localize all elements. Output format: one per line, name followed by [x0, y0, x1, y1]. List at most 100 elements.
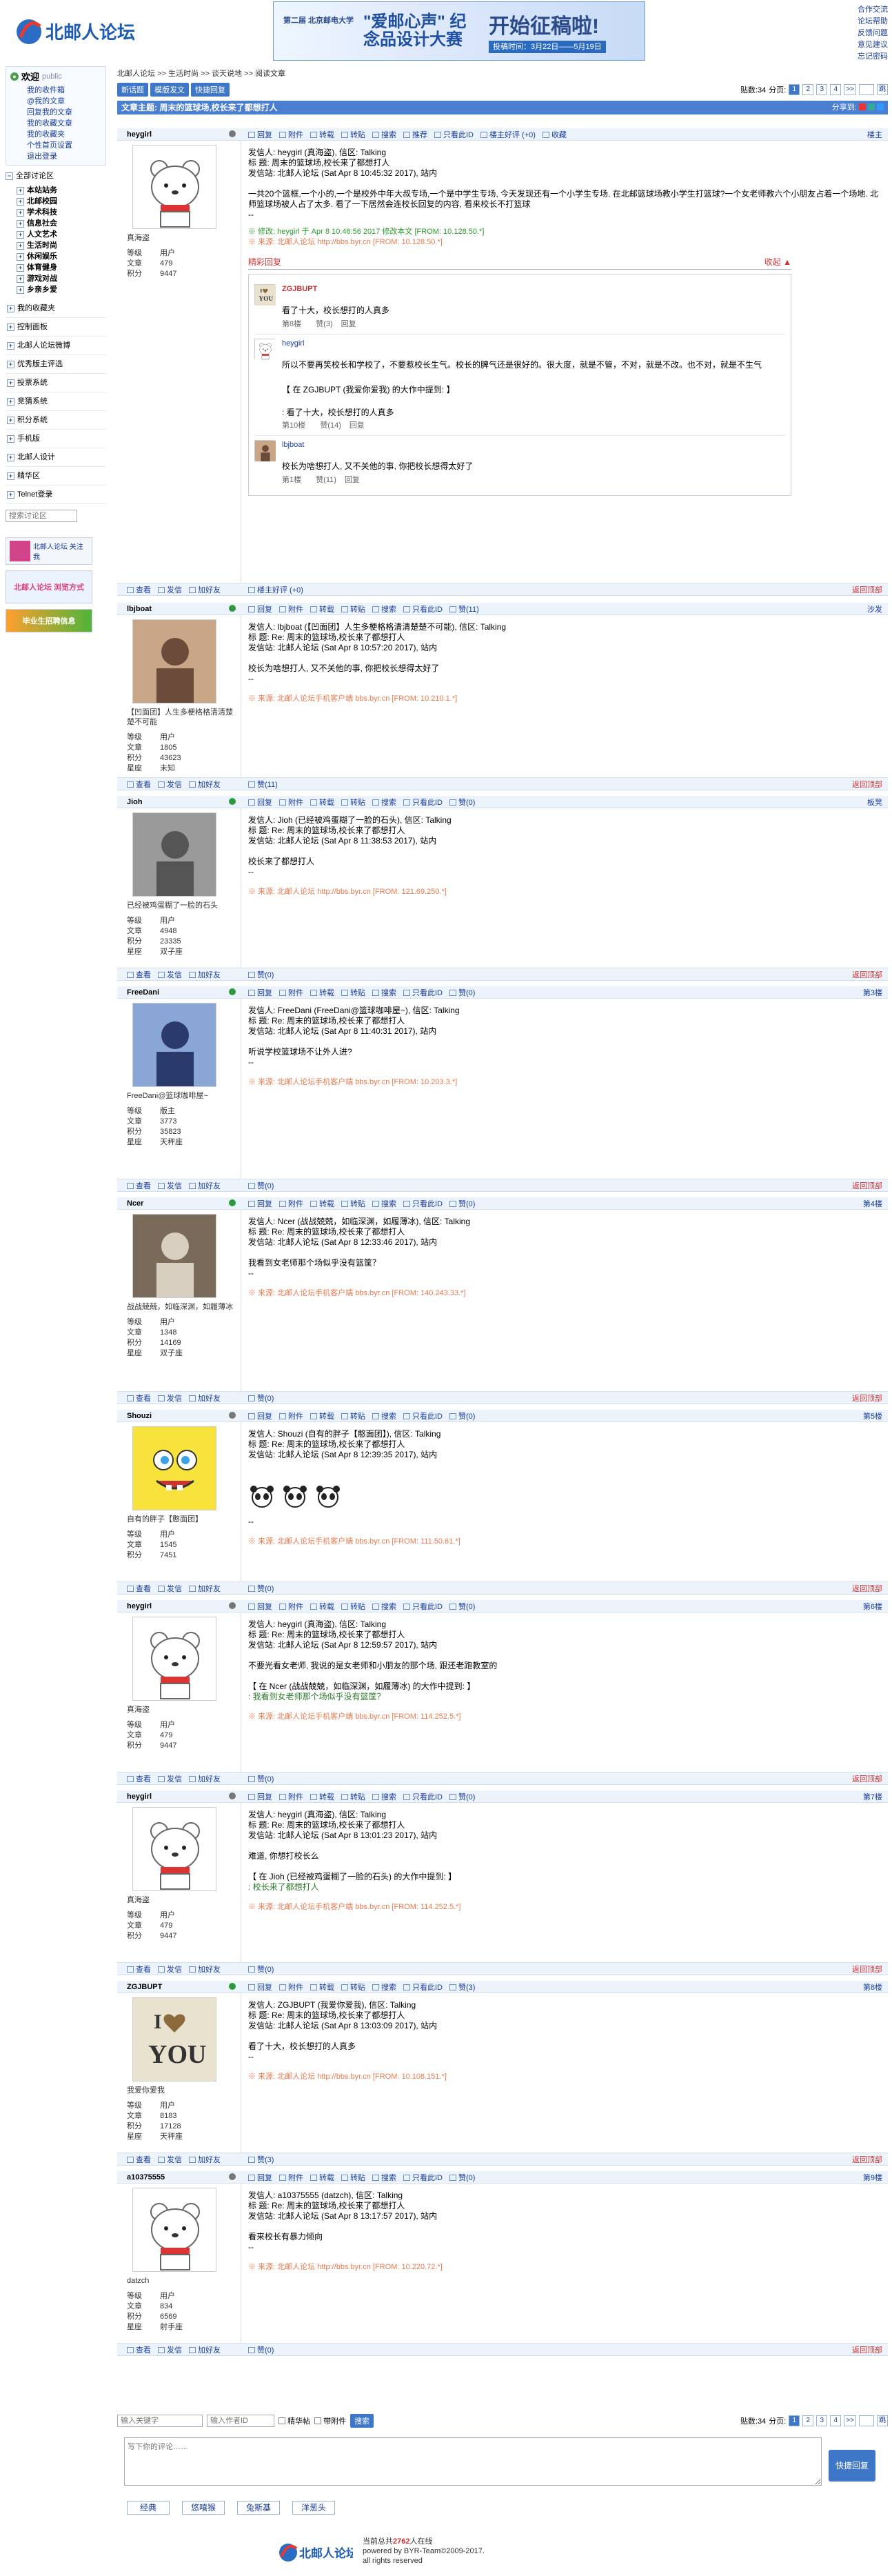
avatar[interactable]: [132, 145, 216, 229]
section-weibo[interactable]: + 北邮人论坛微博: [6, 337, 106, 355]
forward-button[interactable]: 转载: [310, 987, 334, 998]
view-profile-button[interactable]: 查看: [127, 2344, 151, 2355]
cross-post-button[interactable]: 转贴: [341, 1198, 365, 1209]
cross-post-button[interactable]: 转贴: [341, 797, 365, 808]
back-to-top-link[interactable]: 返回顶部: [852, 1583, 882, 1594]
reply-author[interactable]: lbjboat: [282, 440, 785, 450]
add-friend-button[interactable]: 加好友: [189, 1964, 221, 1975]
search-button[interactable]: 搜索: [372, 1791, 396, 1802]
like-button[interactable]: 赞(0): [449, 797, 475, 808]
collect-button[interactable]: 收藏: [542, 129, 567, 140]
link-fav-folder[interactable]: 我的收藏夹: [10, 129, 101, 140]
board-8[interactable]: + 体育健身: [6, 262, 106, 273]
cross-post-button[interactable]: 转贴: [341, 129, 365, 140]
view-profile-button[interactable]: 查看: [127, 584, 151, 595]
board-5[interactable]: + 人文艺术: [6, 229, 106, 240]
avatar[interactable]: [132, 812, 216, 897]
author-search-input[interactable]: [207, 2415, 274, 2427]
attach-button[interactable]: 附件: [279, 603, 303, 615]
cross-post-button[interactable]: 转贴: [341, 1410, 365, 1421]
add-friend-button[interactable]: 加好友: [189, 584, 221, 595]
reply-like-button[interactable]: 赞(14): [320, 421, 341, 430]
weibo-share-icon[interactable]: [858, 103, 866, 110]
like-button[interactable]: 赞(11): [248, 779, 278, 790]
back-to-top-link[interactable]: 返回顶部: [852, 1180, 882, 1191]
page-jump-input[interactable]: [859, 2415, 874, 2426]
forward-button[interactable]: 转载: [310, 797, 334, 808]
crumb-talking[interactable]: 谈天说地: [212, 70, 242, 78]
quick-reply-button[interactable]: 快捷回复: [191, 83, 230, 97]
reply-button[interactable]: 回复: [248, 1198, 272, 1209]
like-button[interactable]: 赞(0): [449, 1198, 475, 1209]
add-friend-button[interactable]: 加好友: [189, 2154, 221, 2165]
only-author-button[interactable]: 只看此ID: [403, 1198, 443, 1209]
like-button[interactable]: 赞(0): [248, 1583, 274, 1594]
reply-button[interactable]: 回复: [248, 603, 272, 615]
back-to-top-link[interactable]: 返回顶部: [852, 969, 882, 980]
post-author[interactable]: FreeDani: [117, 988, 241, 997]
link-reply-me[interactable]: 回复我的文章: [10, 107, 101, 118]
section-fav[interactable]: + 我的收藏夹: [6, 299, 106, 318]
top-link-help[interactable]: 论坛帮助: [858, 16, 888, 28]
author-rating-button[interactable]: 楼主好评 (+0): [480, 129, 536, 140]
reply-avatar[interactable]: I YOU: [254, 284, 276, 306]
only-author-button[interactable]: 只看此ID: [403, 2172, 443, 2183]
page-2[interactable]: 2: [802, 2415, 814, 2426]
only-attach-checkbox[interactable]: 带附件: [314, 2415, 346, 2426]
add-friend-button[interactable]: 加好友: [189, 969, 221, 980]
site-logo[interactable]: 北邮人论坛: [12, 10, 143, 51]
crumb-life[interactable]: 生活时尚: [168, 70, 199, 78]
reply-textarea[interactable]: [124, 2437, 822, 2486]
emoji-tab-onion[interactable]: 洋葱头: [292, 2501, 335, 2515]
section-mobile[interactable]: + 手机版: [6, 430, 106, 448]
page-4[interactable]: 4: [830, 2415, 842, 2426]
attach-button[interactable]: 附件: [279, 1601, 303, 1612]
page-1[interactable]: 1: [789, 2415, 800, 2426]
forward-button[interactable]: 转载: [310, 129, 334, 140]
attach-button[interactable]: 附件: [279, 129, 303, 140]
like-button[interactable]: 赞(11): [449, 603, 479, 615]
reply-reply-button[interactable]: 回复: [345, 476, 360, 484]
reply-button[interactable]: 回复: [248, 129, 272, 140]
back-to-top-link[interactable]: 返回顶部: [852, 584, 882, 595]
emoji-tab-classic[interactable]: 经典: [127, 2501, 170, 2515]
section-digest[interactable]: + 精华区: [6, 467, 106, 486]
cross-post-button[interactable]: 转贴: [341, 1791, 365, 1802]
board-search-input[interactable]: [6, 510, 77, 522]
collapse-button[interactable]: 收起 ▲: [764, 257, 791, 268]
page-4[interactable]: 4: [830, 84, 842, 95]
avatar[interactable]: [132, 1426, 216, 1510]
back-to-top-link[interactable]: 返回顶部: [852, 1392, 882, 1404]
avatar[interactable]: [132, 1214, 216, 1298]
back-to-top-link[interactable]: 返回顶部: [852, 1773, 882, 1784]
only-author-button[interactable]: 只看此ID: [403, 1410, 443, 1421]
quick-reply-submit[interactable]: 快捷回复: [829, 2450, 875, 2482]
qq-share-icon[interactable]: [877, 103, 884, 110]
attach-button[interactable]: 附件: [279, 1198, 303, 1209]
reply-avatar[interactable]: [254, 339, 276, 360]
reply-button[interactable]: 回复: [248, 987, 272, 998]
page-2[interactable]: 2: [802, 84, 814, 95]
search-button[interactable]: 搜索: [372, 1601, 396, 1612]
add-friend-button[interactable]: 加好友: [189, 1583, 221, 1594]
promo-jobs[interactable]: 毕业生招聘信息: [6, 609, 92, 632]
like-button[interactable]: 赞(0): [248, 2344, 274, 2355]
emoji-tab-rabbit[interactable]: 兔斯基: [237, 2501, 280, 2515]
board-3[interactable]: + 学术科技: [6, 207, 106, 218]
crumb-home[interactable]: 北邮人论坛: [117, 70, 155, 78]
only-author-button[interactable]: 只看此ID: [403, 797, 443, 808]
post-author[interactable]: heygirl: [117, 1601, 241, 1610]
post-author[interactable]: a10375555: [117, 2173, 241, 2181]
board-6[interactable]: + 生活时尚: [6, 240, 106, 251]
link-at-me[interactable]: @我的文章: [10, 96, 101, 107]
like-button[interactable]: 赞(0): [449, 1410, 475, 1421]
attach-button[interactable]: 附件: [279, 1791, 303, 1802]
only-author-button[interactable]: 只看此ID: [403, 987, 443, 998]
keyword-search-input[interactable]: [117, 2415, 203, 2427]
view-profile-button[interactable]: 查看: [127, 2154, 151, 2165]
reply-button[interactable]: 回复: [248, 1601, 272, 1612]
send-mail-button[interactable]: 发信: [158, 969, 182, 980]
section-moderator[interactable]: + 优秀版主评选: [6, 355, 106, 374]
like-button[interactable]: 赞(3): [248, 2154, 274, 2165]
avatar[interactable]: [132, 1003, 216, 1087]
